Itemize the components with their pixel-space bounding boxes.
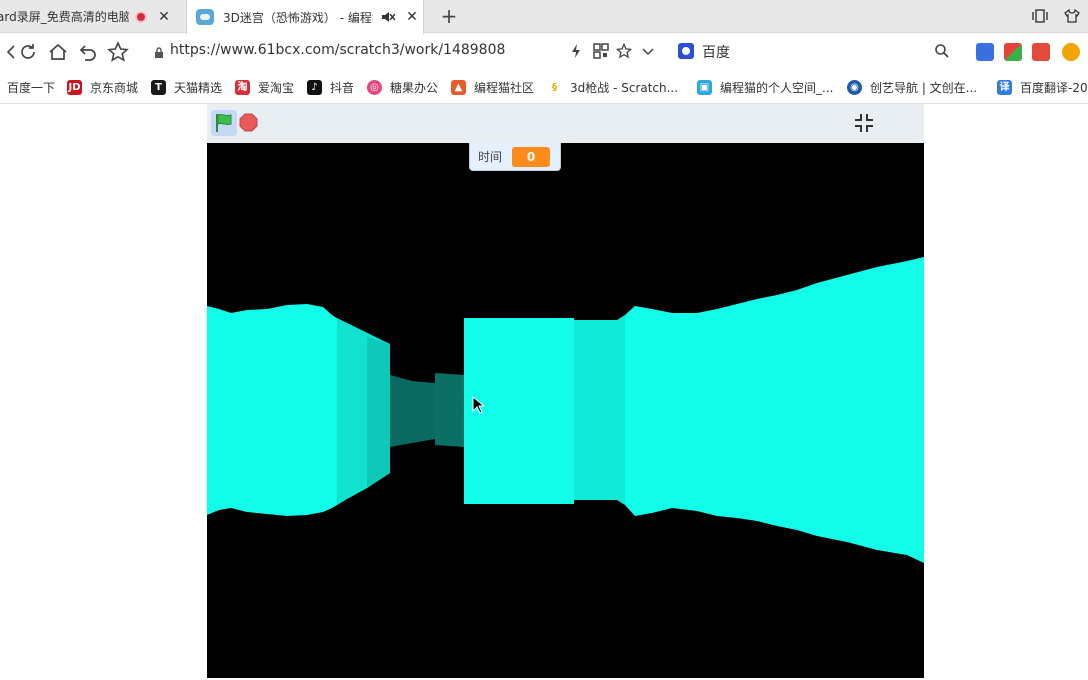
bookmark-label: 百度一下 <box>7 81 56 95</box>
baidu-translate-icon: 译 <box>997 80 1012 95</box>
reload-icon[interactable] <box>17 41 39 63</box>
bookmark-codemao-community[interactable]: ▲ 编程猫社区 <box>451 79 534 96</box>
taobao-icon: 淘 <box>235 80 250 95</box>
back-icon[interactable] <box>0 41 15 63</box>
night-mode-icon[interactable] <box>1062 43 1080 61</box>
skin-icon[interactable] <box>1064 8 1080 24</box>
maze-wall-right <box>625 257 924 563</box>
time-variable-monitor[interactable]: 时间 0 <box>469 143 561 171</box>
bookmark-bilibili-space[interactable]: ▣ 编程猫的个人空间_... <box>697 79 833 96</box>
qr-code-icon[interactable] <box>593 43 609 59</box>
bookmark-taobao[interactable]: 淘 爱淘宝 <box>235 79 294 96</box>
bilibili-icon: ▣ <box>697 80 712 95</box>
bookmark-douyin[interactable]: ♪ 抖音 <box>307 79 354 96</box>
maze-wall-far-left <box>390 375 435 447</box>
green-flag-icon <box>216 113 232 132</box>
tab-menu-icon[interactable] <box>1032 8 1048 24</box>
baidu-search-engine-icon[interactable] <box>678 43 694 59</box>
bookmark-star-icon[interactable] <box>615 42 633 59</box>
stop-sign-icon <box>239 113 258 132</box>
tab-title: 3D迷宫（恐怖游戏） - 编程猫 <box>223 10 373 25</box>
player-controls <box>207 104 924 143</box>
bookmark-label: 创艺导航 | 文创在... <box>870 81 978 95</box>
game-stage[interactable]: 时间 0 <box>207 143 924 678</box>
bookmark-label: 编程猫的个人空间_... <box>720 81 834 95</box>
bookmark-baidu[interactable]: 百度一下 <box>7 79 55 96</box>
bookmark-label: 糖果办公 <box>390 81 439 95</box>
green-flag-button[interactable] <box>211 110 237 136</box>
close-tab-icon[interactable]: ✕ <box>157 10 171 24</box>
chevron-down-icon[interactable] <box>640 43 656 59</box>
stop-button[interactable] <box>239 113 258 132</box>
tab-3d-maze[interactable]: 3D迷宫（恐怖游戏） - 编程猫 ✕ <box>186 0 424 34</box>
bookmark-jd[interactable]: JD 京东商城 <box>67 79 138 96</box>
bookmark-tmall[interactable]: T 天猫精选 <box>151 79 222 96</box>
favorite-star-icon[interactable] <box>107 41 129 63</box>
candy-office-icon: ◎ <box>367 80 382 95</box>
apps-extension-icon[interactable] <box>1004 43 1022 61</box>
bookmark-chuangyi[interactable]: ◉ 创艺导航 | 文创在... <box>847 79 977 96</box>
search-engine-label[interactable]: 百度 <box>702 42 730 62</box>
translate-extension-icon[interactable] <box>976 43 994 61</box>
bookmark-label: 天猫精选 <box>174 81 223 95</box>
maze-wall-left-shade-dark <box>367 337 390 488</box>
codemao-community-icon: ▲ <box>451 80 466 95</box>
new-tab-button[interactable]: + <box>440 6 458 26</box>
maze-wall-far-center <box>435 373 464 447</box>
maze-wall-front-shade <box>574 315 625 505</box>
bookmark-3d-shooter[interactable]: § 3d枪战 - Scratch... <box>547 79 678 96</box>
muted-speaker-icon[interactable] <box>381 10 396 24</box>
mouse-cursor-icon <box>472 395 486 414</box>
monitor-value: 0 <box>512 146 550 167</box>
bookmark-label: 编程猫社区 <box>474 81 535 95</box>
douyin-icon: ♪ <box>307 80 322 95</box>
bookmark-label: 3d枪战 - Scratch... <box>570 81 679 95</box>
close-tab-icon[interactable]: ✕ <box>405 10 419 24</box>
maze-render <box>207 257 924 563</box>
url-field[interactable]: https://www.61bcx.com/scratch3/work/1489… <box>170 42 505 58</box>
chuangyi-icon: ◉ <box>847 80 862 95</box>
exit-fullscreen-button[interactable] <box>852 111 876 135</box>
home-icon[interactable] <box>47 41 69 63</box>
bookmark-baidu-translate[interactable]: 译 百度翻译-20 <box>997 79 1088 96</box>
exit-fullscreen-icon <box>855 114 873 132</box>
codemao-favicon-icon <box>196 9 214 25</box>
scratch-icon: § <box>552 82 557 93</box>
tab-recorder[interactable]: ard录屏_免费高清的电脑录屏 ✕ <box>0 0 183 33</box>
recording-icon <box>135 10 147 23</box>
bookmark-label: 爱淘宝 <box>258 81 295 95</box>
tmall-icon: T <box>151 80 166 95</box>
lock-icon <box>154 47 164 58</box>
bookmark-label: 百度翻译-20 <box>1020 81 1088 95</box>
undo-icon[interactable] <box>77 41 99 63</box>
bookmark-label: 抖音 <box>330 81 355 95</box>
bookmark-label: 京东商城 <box>90 81 139 95</box>
browser-tab-strip: ard录屏_免费高清的电脑录屏 ✕ 3D迷宫（恐怖游戏） - 编程猫 ✕ + <box>0 0 1088 34</box>
bookmark-candy-office[interactable]: ◎ 糖果办公 <box>367 79 438 96</box>
bookmarks-bar: 百度一下 JD 京东商城 T 天猫精选 淘 爱淘宝 ♪ 抖音 ◎ 糖果办公 ▲ … <box>0 70 1088 104</box>
lightning-icon[interactable] <box>568 43 584 59</box>
search-icon[interactable] <box>934 43 950 59</box>
tab-title: ard录屏_免费高清的电脑录屏 <box>0 10 129 24</box>
jd-icon: JD <box>67 80 82 95</box>
pdf-extension-icon[interactable] <box>1032 43 1050 61</box>
monitor-label: 时间 <box>478 150 503 164</box>
address-toolbar: https://www.61bcx.com/scratch3/work/1489… <box>0 34 1088 70</box>
